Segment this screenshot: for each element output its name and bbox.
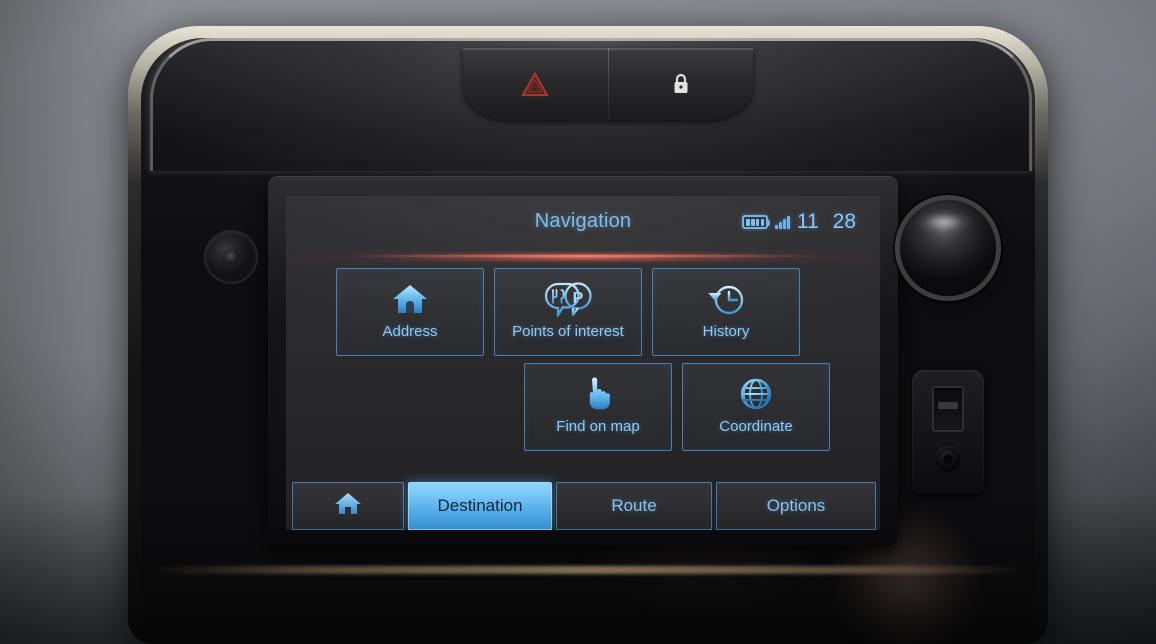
tile-find-on-map[interactable]: Find on map (524, 363, 672, 451)
clock-minutes: 28 (832, 210, 856, 233)
title-glow-line (346, 255, 820, 257)
tile-label: Find on map (556, 418, 640, 435)
tile-label: Points of interest (512, 323, 624, 340)
svg-text:P: P (573, 290, 584, 307)
media-port-panel (912, 370, 984, 494)
tile-address[interactable]: Address (336, 268, 484, 356)
home-house-icon (391, 279, 429, 319)
pointing-hand-icon (581, 374, 615, 414)
hazard-button[interactable] (463, 48, 608, 120)
hazard-lock-button-panel (463, 48, 753, 120)
tile-history[interactable]: History (652, 268, 800, 356)
tile-label: Address (382, 323, 438, 340)
clock-hours: 11 (796, 210, 819, 233)
title-glow-separator (286, 252, 880, 262)
screen-title-bar: Navigation 11 28 (286, 196, 880, 246)
globe-icon (738, 374, 774, 414)
poi-bubbles-icon: P (542, 279, 594, 319)
tile-label: Coordinate (719, 418, 793, 435)
rotary-volume-knob[interactable] (900, 200, 996, 296)
page-title: Navigation (534, 209, 632, 232)
destination-tile-grid: Address P Points of interest History Fin… (286, 268, 880, 460)
signal-bars-icon (775, 215, 790, 229)
dashboard-bottom-shadow (0, 494, 1156, 644)
tile-row-1: Address P Points of interest History (286, 268, 880, 356)
usb-port[interactable] (932, 386, 964, 432)
tile-row-2: Find on map Coordinate (286, 363, 880, 451)
tile-label: History (702, 323, 750, 340)
dashboard-scene: Navigation 11 28 Address P Points of int… (0, 0, 1156, 644)
door-lock-button[interactable] (609, 48, 754, 120)
battery-full-icon (742, 215, 771, 229)
tile-coordinate[interactable]: Coordinate (682, 363, 830, 451)
left-dial[interactable] (206, 232, 256, 282)
hazard-triangle-icon (521, 71, 550, 97)
status-cluster: 11 28 (742, 210, 856, 234)
navigation-screen: Navigation 11 28 Address P Points of int… (286, 196, 880, 530)
aux-jack[interactable] (935, 446, 961, 472)
door-lock-icon (671, 72, 691, 96)
tile-points-of-interest[interactable]: P Points of interest (494, 268, 642, 356)
clock-history-icon (705, 279, 747, 319)
